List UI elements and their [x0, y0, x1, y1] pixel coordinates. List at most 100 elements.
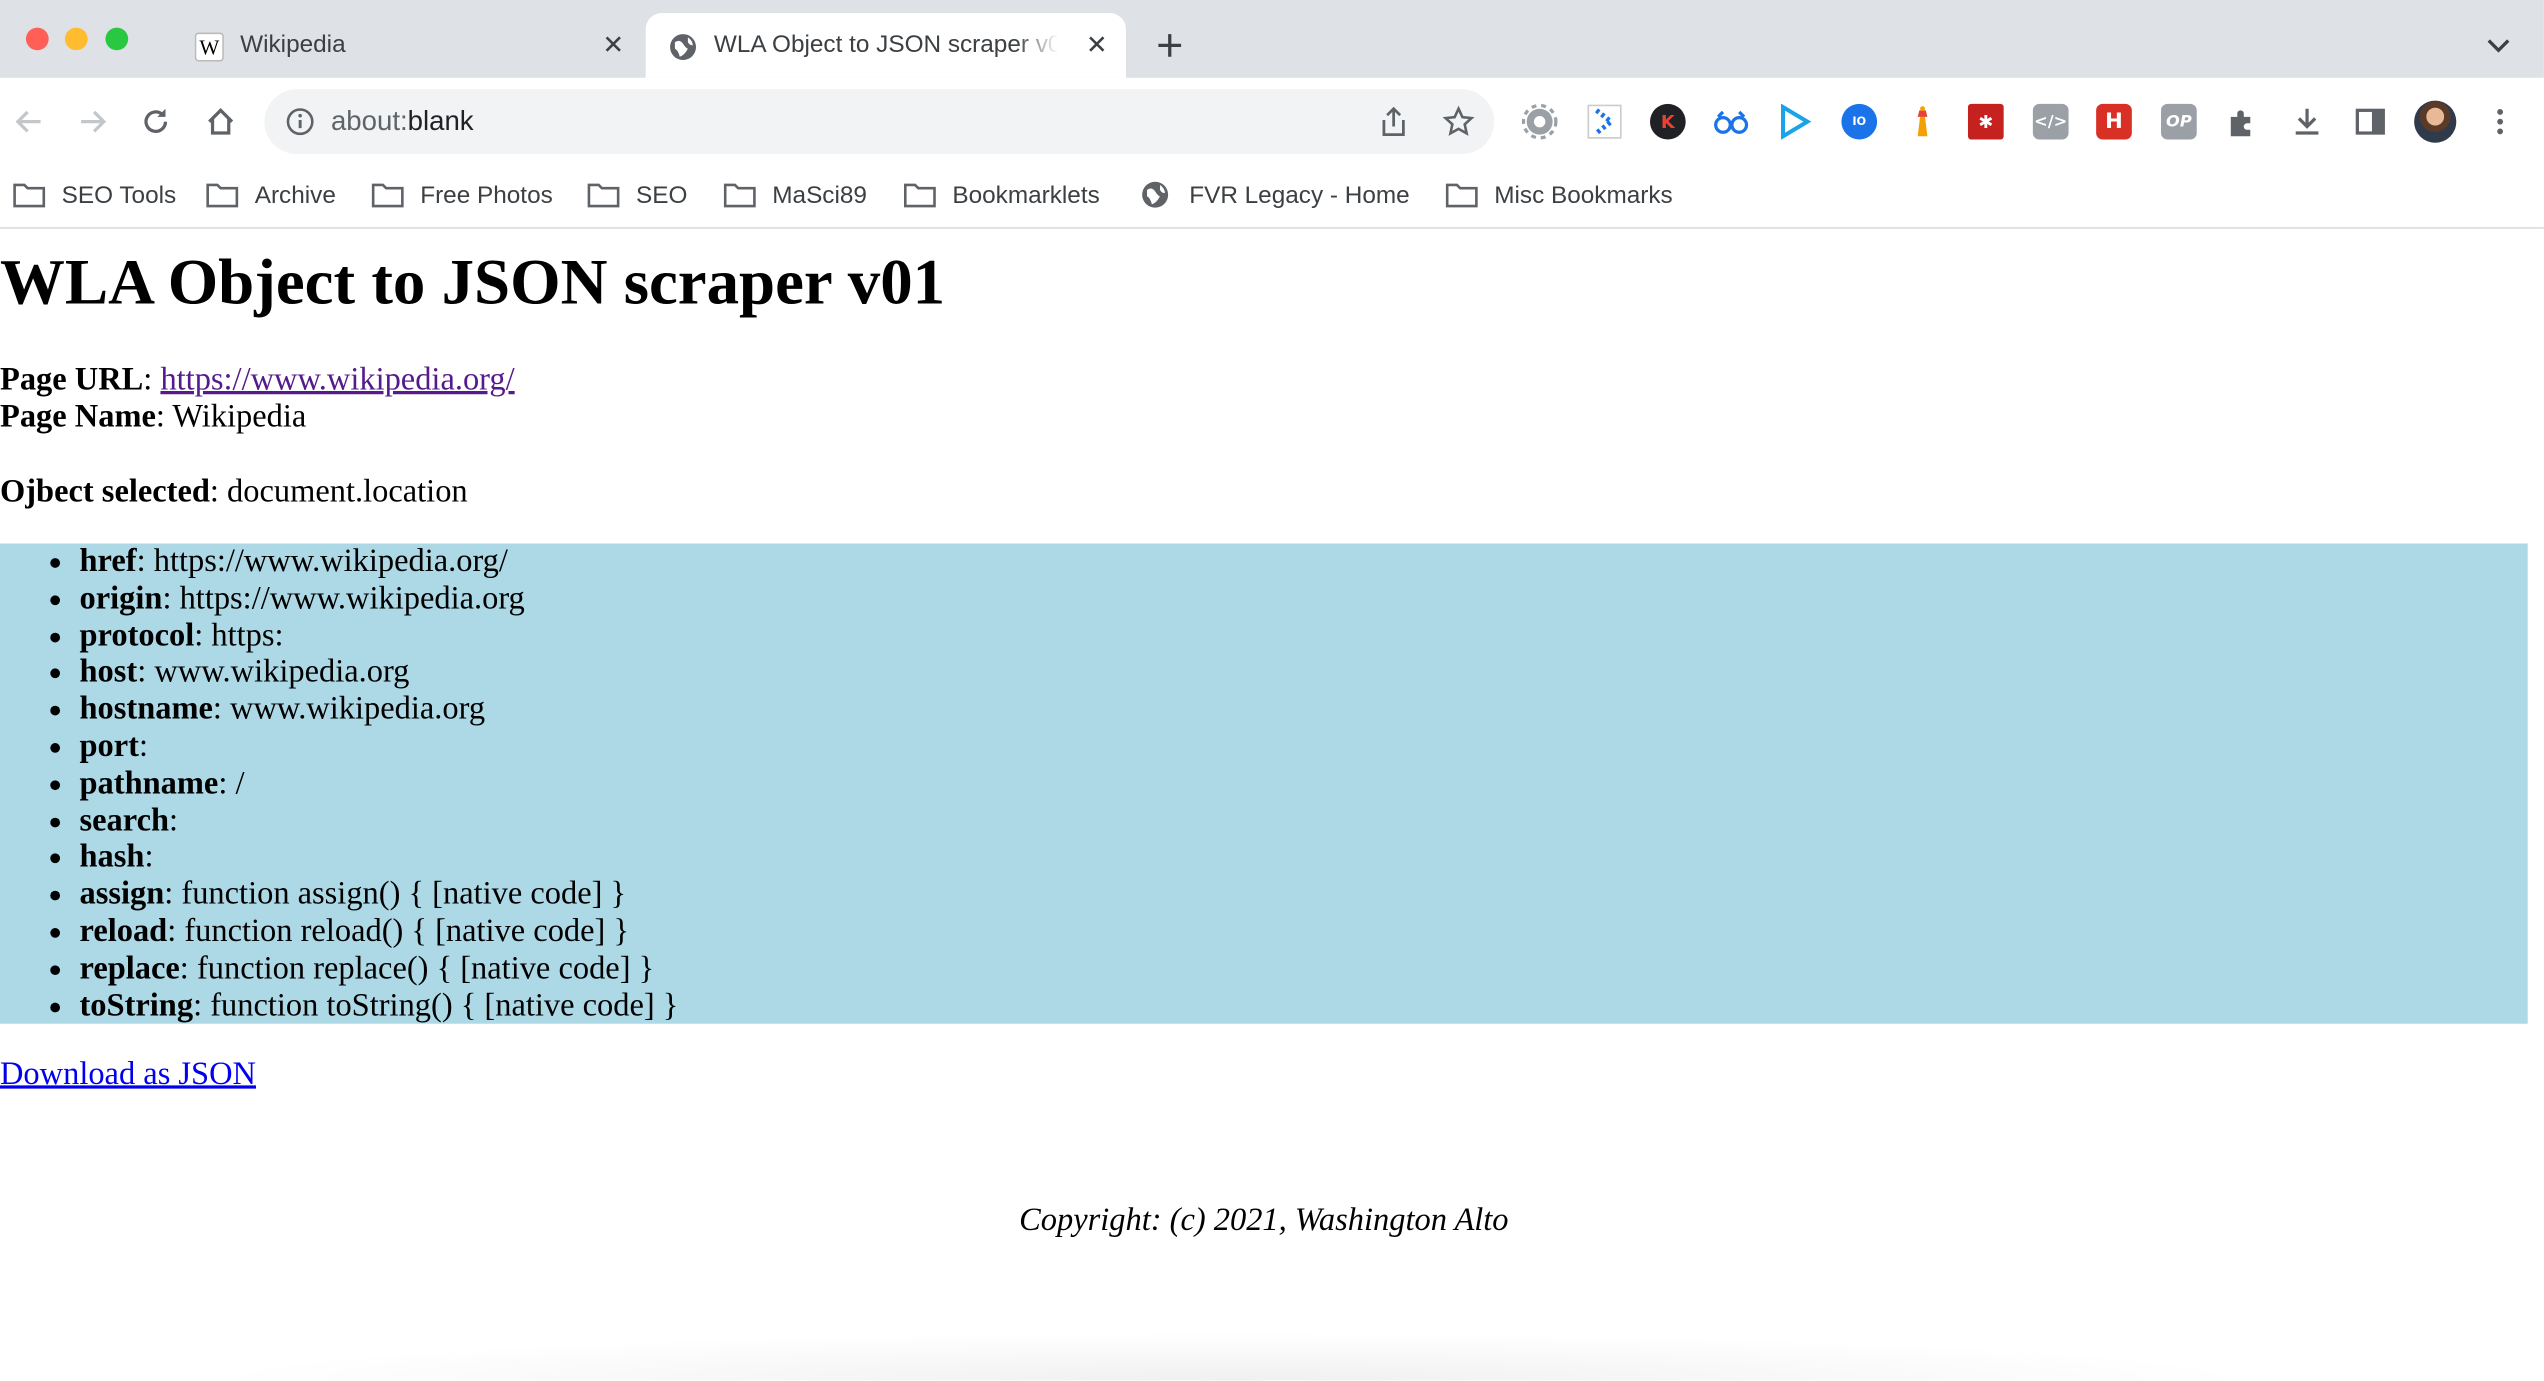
property-item: reload: function reload() { [native code…: [79, 913, 678, 950]
properties-panel: href: https://www.wikipedia.org/ origin:…: [0, 543, 2528, 1025]
lighthouse-extension-icon[interactable]: [1905, 104, 1941, 140]
properties-list: href: https://www.wikipedia.org/ origin:…: [0, 544, 678, 1025]
bookmark-misc-bookmarks[interactable]: Misc Bookmarks: [1445, 177, 1673, 213]
property-key: assign: [79, 876, 165, 913]
toolbar: about:blank K IO ✱ </> H OP: [0, 77, 2544, 166]
close-tab-icon[interactable]: ✕: [1081, 29, 1113, 61]
property-item: port:: [79, 728, 678, 765]
bookmark-bookmarklets[interactable]: Bookmarklets: [904, 177, 1100, 213]
property-key: origin: [79, 580, 163, 617]
download-json-link[interactable]: Download as JSON: [0, 1056, 256, 1092]
property-item: search:: [79, 802, 678, 839]
camera-extension-icon[interactable]: IO: [1841, 103, 1878, 140]
property-key: replace: [79, 950, 180, 987]
bookmark-seo-tools[interactable]: SEO Tools: [13, 177, 176, 213]
svg-text:W: W: [199, 35, 219, 59]
property-key: search: [79, 802, 170, 839]
page-url-link[interactable]: https://www.wikipedia.org/: [160, 362, 514, 398]
property-key: protocol: [79, 617, 195, 654]
bookmark-label: FVR Legacy - Home: [1189, 180, 1410, 209]
op-extension-icon[interactable]: OP: [2161, 103, 2197, 140]
object-selected-line: Ojbect selected: document.location: [0, 473, 468, 510]
bottom-shadow: [194, 1331, 2272, 1381]
property-value: function assign() { [native code] }: [181, 876, 627, 913]
bookmark-label: Misc Bookmarks: [1494, 180, 1673, 209]
puzzle-extensions-icon[interactable]: [2224, 104, 2260, 140]
star-grid-extension-icon[interactable]: ✱: [1967, 103, 2004, 140]
page-url-line: Page URL: https://www.wikipedia.org/: [0, 361, 515, 398]
property-item: hostname: www.wikipedia.org: [79, 691, 678, 728]
home-icon[interactable]: [201, 102, 240, 141]
property-item: origin: https://www.wikipedia.org: [79, 580, 678, 617]
share-icon[interactable]: [1377, 105, 1409, 137]
download-icon[interactable]: [2289, 104, 2325, 140]
play-extension-icon[interactable]: [1777, 103, 1813, 140]
property-value: www.wikipedia.org: [230, 691, 486, 728]
page-url-label: Page URL: [0, 361, 144, 398]
reload-icon[interactable]: [136, 102, 175, 141]
object-selected-value: document.location: [227, 473, 468, 510]
folder-icon: [723, 182, 756, 208]
tab-title: WLA Object to JSON scraper v01: [713, 30, 1058, 59]
folder-icon: [371, 182, 404, 208]
k-extension-icon[interactable]: K: [1649, 103, 1686, 140]
property-item: protocol: https:: [79, 617, 678, 654]
folder-icon: [13, 182, 46, 208]
folder-icon: [1445, 182, 1478, 208]
address-text[interactable]: about:blank: [331, 105, 474, 137]
property-value: https://www.wikipedia.org/: [153, 543, 508, 580]
address-bar[interactable]: about:blank: [264, 89, 1495, 155]
kebab-menu-icon[interactable]: [2482, 104, 2518, 140]
property-item: pathname: /: [79, 765, 678, 802]
bookmark-masci89[interactable]: MaSci89: [723, 177, 867, 213]
close-tab-icon[interactable]: ✕: [597, 29, 629, 61]
property-key: hostname: [79, 691, 213, 728]
dotted-arrow-extension-icon[interactable]: [1587, 104, 1623, 140]
property-value: www.wikipedia.org: [154, 654, 410, 691]
bookmark-star-icon[interactable]: [1442, 105, 1475, 137]
profile-avatar[interactable]: [2414, 100, 2457, 143]
property-value: function reload() { [native code] }: [184, 913, 630, 950]
bookmark-archive[interactable]: Archive: [206, 177, 336, 213]
property-item: replace: function replace() { [native co…: [79, 950, 678, 987]
property-item: hash:: [79, 839, 678, 876]
property-key: port: [79, 728, 139, 765]
close-window-button[interactable]: [25, 27, 49, 51]
property-item: host: www.wikipedia.org: [79, 654, 678, 691]
page-title: WLA Object to JSON scraper v01: [0, 244, 946, 318]
property-key: pathname: [79, 765, 219, 802]
glasses-extension-icon[interactable]: [1713, 104, 1749, 140]
side-panel-icon[interactable]: [2352, 104, 2388, 140]
new-tab-button[interactable]: [1150, 26, 1189, 65]
download-line: Download as JSON: [0, 1056, 256, 1093]
bookmark-label: Free Photos: [420, 180, 553, 209]
property-value: https:: [211, 617, 284, 654]
tab-scraper[interactable]: WLA Object to JSON scraper v01 ✕: [645, 12, 1126, 78]
property-value: function replace() { [native code] }: [196, 950, 655, 987]
minimize-window-button[interactable]: [64, 27, 88, 51]
bookmark-fvr-legacy-home[interactable]: FVR Legacy - Home: [1141, 177, 1410, 213]
wikipedia-w-icon: W: [194, 32, 224, 62]
bookmark-label: MaSci89: [772, 180, 867, 209]
folder-icon: [206, 182, 239, 208]
folder-icon: [587, 182, 620, 208]
tab-strip: W Wikipedia ✕ WLA Object to JSON scraper…: [0, 0, 2544, 78]
code-extension-icon[interactable]: </>: [2032, 103, 2069, 140]
info-icon[interactable]: [284, 105, 316, 137]
tab-search-chevron-down-icon[interactable]: [2479, 29, 2518, 61]
h-extension-icon[interactable]: H: [2096, 103, 2132, 140]
property-key: host: [79, 654, 138, 691]
gear-extension-icon[interactable]: [1521, 103, 1558, 140]
property-value: /: [235, 765, 245, 802]
address-scheme: about:: [330, 105, 408, 137]
globe-icon: [668, 32, 697, 61]
bookmark-label: SEO Tools: [61, 180, 177, 209]
back-arrow-icon[interactable]: [10, 102, 49, 141]
bookmark-free-photos[interactable]: Free Photos: [371, 177, 553, 213]
maximize-window-button[interactable]: [105, 27, 129, 51]
page-name-line: Page Name: Wikipedia: [0, 399, 307, 435]
tab-wikipedia[interactable]: W Wikipedia ✕: [172, 13, 642, 78]
bookmark-seo[interactable]: SEO: [587, 177, 687, 213]
forward-arrow-icon[interactable]: [73, 102, 112, 141]
browser-window: W Wikipedia ✕ WLA Object to JSON scraper…: [0, 0, 2544, 1381]
